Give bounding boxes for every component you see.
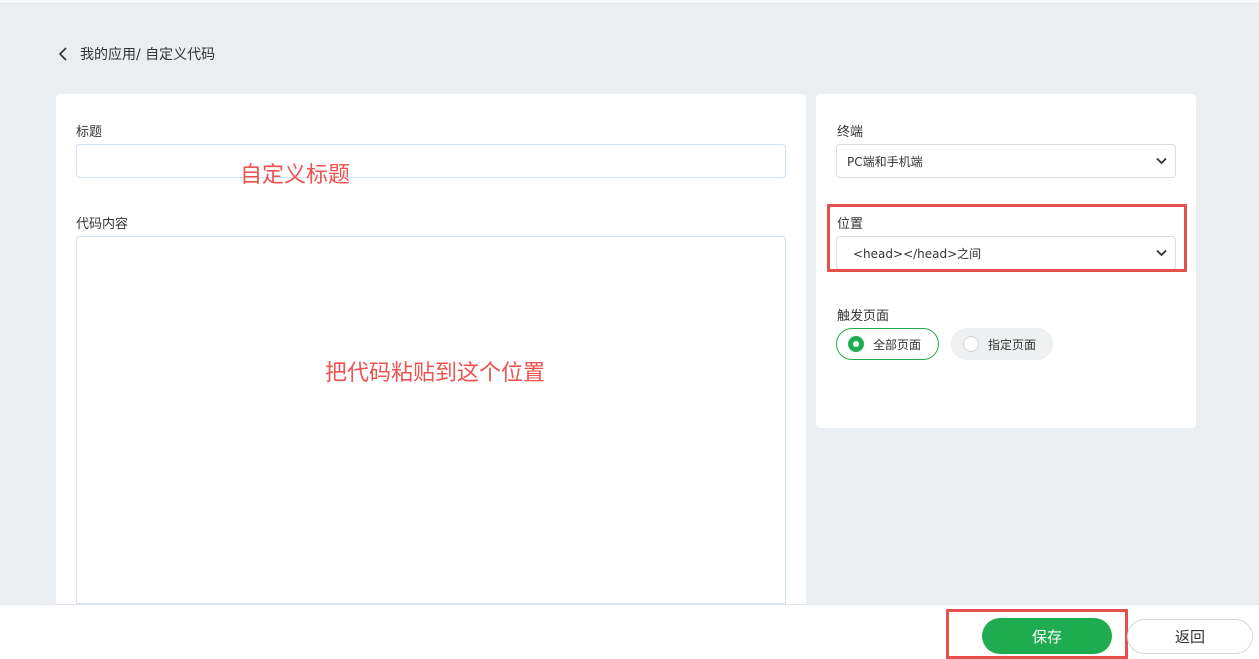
terminal-label: 终端 <box>837 125 864 140</box>
breadcrumb: 我的应用/ 自定义代码 <box>58 44 215 64</box>
top-strip <box>0 0 1259 4</box>
position-highlight-box <box>827 204 1187 272</box>
title-input[interactable] <box>76 144 786 178</box>
radio-all-pages-label: 全部页面 <box>873 337 922 352</box>
radio-checked-icon <box>848 336 864 352</box>
title-hint-annotation: 自定义标题 <box>240 163 351 188</box>
code-textarea[interactable] <box>76 236 786 604</box>
title-label: 标题 <box>76 125 103 140</box>
trigger-label: 触发页面 <box>837 309 890 324</box>
code-hint-annotation: 把代码粘贴到这个位置 <box>325 361 546 386</box>
breadcrumb-text: 我的应用/ 自定义代码 <box>80 47 216 63</box>
code-label: 代码内容 <box>76 217 129 232</box>
chevron-down-icon <box>1156 157 1167 165</box>
terminal-selected-value: PC端和手机端 <box>847 154 923 169</box>
save-highlight-box <box>946 609 1128 659</box>
radio-specific-pages-label: 指定页面 <box>988 337 1037 352</box>
radio-all-pages[interactable]: 全部页面 <box>836 328 939 360</box>
radio-specific-pages[interactable]: 指定页面 <box>951 328 1053 360</box>
back-button[interactable]: 返回 <box>1127 619 1253 654</box>
terminal-select[interactable]: PC端和手机端 <box>836 144 1176 178</box>
chevron-left-icon[interactable] <box>58 44 78 64</box>
radio-unchecked-icon <box>963 336 979 352</box>
